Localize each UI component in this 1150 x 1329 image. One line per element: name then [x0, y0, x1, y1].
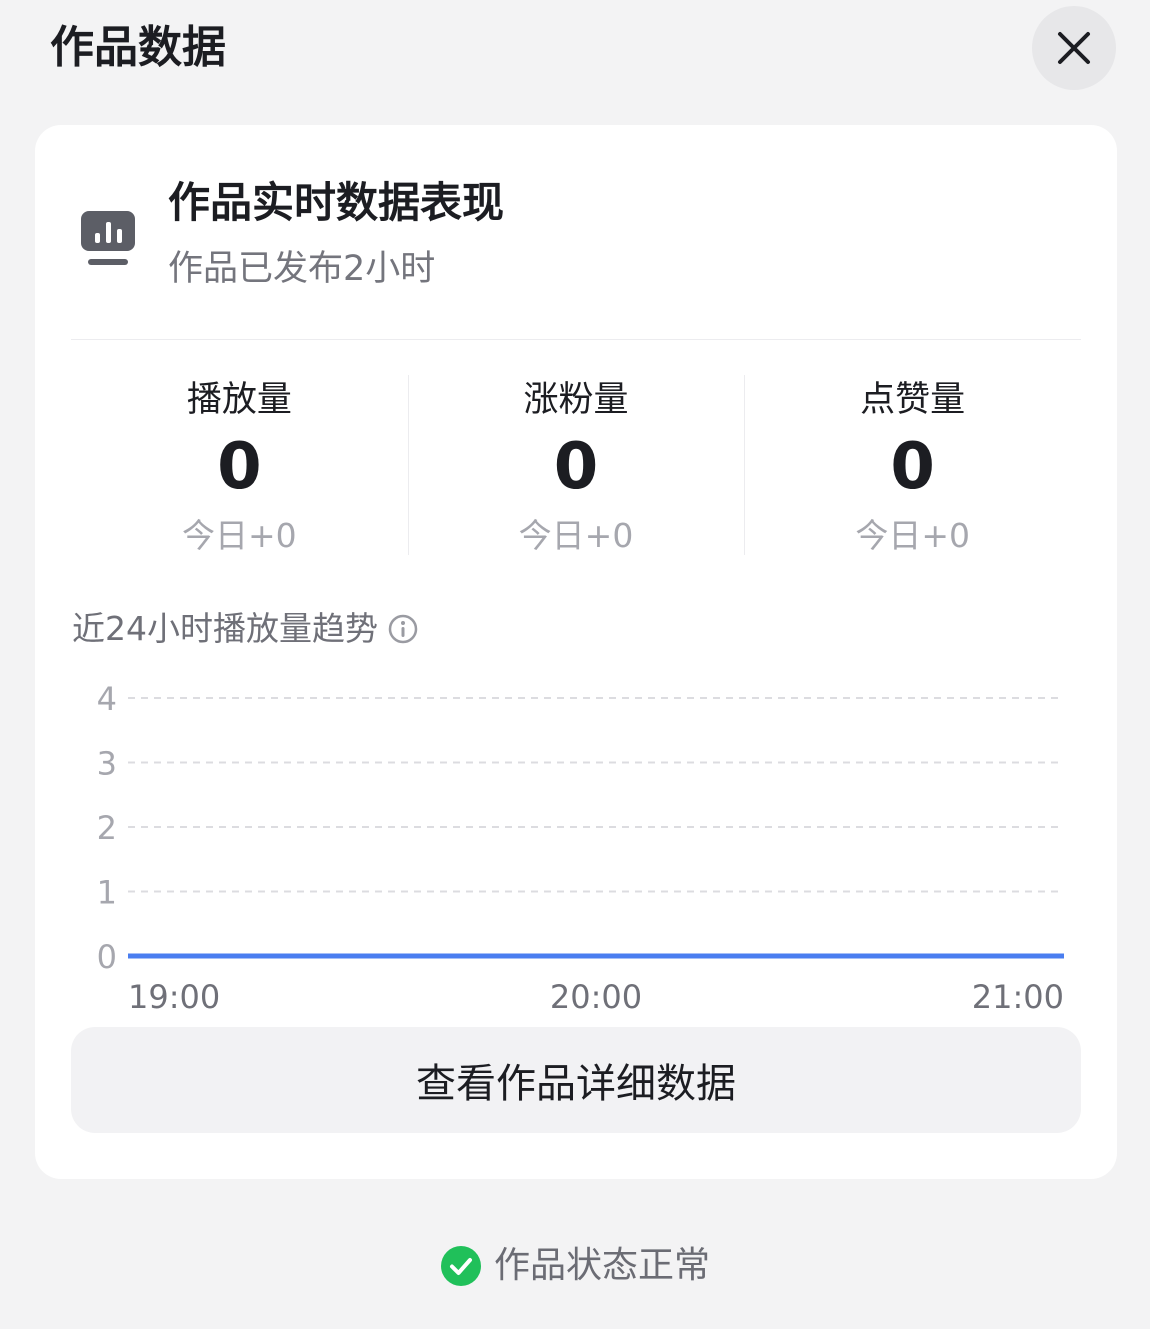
- page-title: 作品数据: [50, 22, 226, 73]
- card-subtitle: 作品已发布2小时: [168, 249, 436, 289]
- stat-today: 今日+0: [855, 516, 970, 555]
- view-detail-button[interactable]: 查看作品详细数据: [71, 1027, 1081, 1133]
- works-data-sheet: 作品数据 作品实时数据表现 作品已发布2小时 播放量 0 今日+0 涨粉量 0: [0, 0, 1150, 1329]
- info-icon[interactable]: [388, 614, 418, 644]
- trend-title: 近24小时播放量趋势: [72, 605, 418, 653]
- y-tick-label: 4: [97, 680, 117, 718]
- check-circle-icon: [440, 1246, 481, 1286]
- y-tick-label: 1: [97, 874, 117, 912]
- stat-followers: 涨粉量 0 今日+0: [407, 375, 745, 557]
- stat-today: 今日+0: [182, 516, 297, 555]
- y-tick-label: 2: [97, 809, 117, 847]
- stat-today: 今日+0: [518, 516, 634, 555]
- close-icon: [1058, 32, 1090, 64]
- stat-likes: 点赞量 0 今日+0: [744, 375, 1081, 557]
- chart-icon: [81, 211, 135, 265]
- stats-row: 播放量 0 今日+0 涨粉量 0 今日+0 点赞量 0 今日+0: [71, 375, 1081, 557]
- x-tick-label: 20:00: [550, 978, 642, 1016]
- stat-value: 0: [553, 430, 599, 504]
- close-button[interactable]: [1032, 6, 1116, 90]
- performance-card: 作品实时数据表现 作品已发布2小时 播放量 0 今日+0 涨粉量 0 今日+0 …: [35, 125, 1117, 1179]
- stat-label: 涨粉量: [523, 380, 629, 420]
- status-row: 作品状态正常: [0, 1240, 1150, 1292]
- trend-title-text: 近24小时播放量趋势: [72, 609, 378, 648]
- stat-plays: 播放量 0 今日+0: [71, 375, 408, 557]
- divider: [71, 339, 1081, 340]
- x-tick-label: 19:00: [128, 978, 220, 1016]
- stat-label: 播放量: [186, 380, 292, 420]
- status-text: 作品状态正常: [493, 1245, 710, 1286]
- stat-label: 点赞量: [860, 380, 966, 420]
- trend-chart: 0 1 2 3 4 19:00 20:00 21:00: [97, 680, 1064, 1016]
- y-tick-label: 0: [97, 938, 117, 976]
- card-title: 作品实时数据表现: [168, 178, 505, 227]
- y-tick-label: 3: [97, 745, 117, 783]
- stat-value: 0: [217, 430, 262, 504]
- x-tick-label: 21:00: [972, 978, 1064, 1016]
- stat-value: 0: [890, 430, 935, 504]
